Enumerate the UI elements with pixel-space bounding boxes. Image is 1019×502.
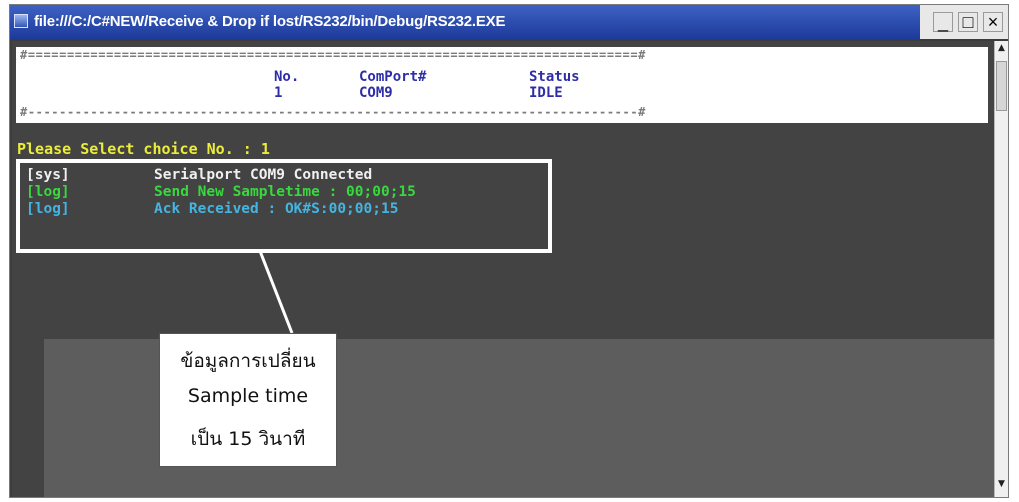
scroll-thumb[interactable] <box>996 61 1007 111</box>
title-bar[interactable]: file:///C:/C#NEW/Receive & Drop if lost/… <box>10 5 1008 39</box>
console-app-icon[interactable] <box>14 14 28 28</box>
window-title: file:///C:/C#NEW/Receive & Drop if lost/… <box>34 13 506 30</box>
console-output[interactable]: #=======================================… <box>12 41 994 497</box>
maximize-button[interactable]: □ <box>958 12 978 32</box>
annotation-callout: ข้อมูลการเปลี่ยน Sample time เป็น 15 วิน… <box>159 333 337 467</box>
minimize-button[interactable]: _ <box>933 12 953 32</box>
vertical-scrollbar[interactable]: ▲ ▼ <box>994 41 1008 497</box>
close-button[interactable]: × <box>983 12 1003 32</box>
scroll-up-arrow-icon[interactable]: ▲ <box>995 43 1008 59</box>
callout-line-1: ข้อมูลการเปลี่ยน <box>180 350 316 372</box>
scroll-down-arrow-icon[interactable]: ▼ <box>995 479 1008 495</box>
callout-line-2: Sample time <box>187 385 309 407</box>
console-window: file:///C:/C#NEW/Receive & Drop if lost/… <box>9 4 1009 498</box>
window-controls: _ □ × <box>920 5 1008 39</box>
callout-line-3: เป็น 15 วินาที <box>190 428 306 450</box>
